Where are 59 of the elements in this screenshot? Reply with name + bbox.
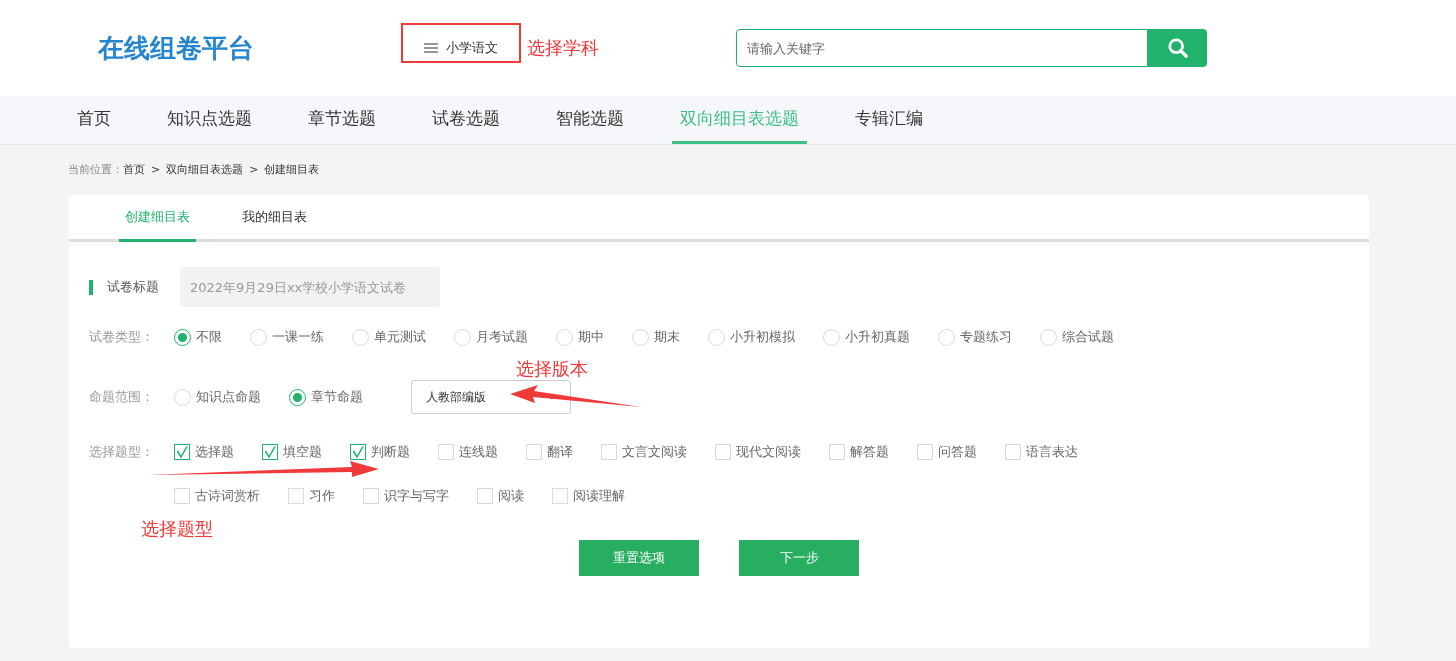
option-label: 阅读 (498, 487, 524, 506)
subject-menu-button[interactable]: 小学语文 (401, 28, 520, 68)
checkbox[interactable] (174, 444, 190, 460)
option-label: 语言表达 (1026, 443, 1078, 462)
field-label: 试卷类型： (89, 328, 155, 347)
option-label: 综合试题 (1062, 328, 1114, 347)
option-label: 月考试题 (476, 328, 528, 347)
option-label: 文言文阅读 (622, 443, 687, 462)
option-label: 识字与写字 (384, 487, 449, 506)
breadcrumb-separator: > (151, 161, 161, 178)
option-label: 连线题 (459, 443, 498, 462)
option-label: 章节命题 (311, 388, 363, 407)
option-label: 一课一练 (272, 328, 324, 347)
nav-tab[interactable]: 专辑汇编 (847, 96, 931, 144)
option-label: 阅读理解 (573, 487, 625, 506)
breadcrumb-link[interactable]: 双向细目表选题 (166, 161, 244, 179)
section-marker (89, 279, 93, 295)
option-label: 小升初模拟 (730, 328, 795, 347)
option-label: 单元测试 (374, 328, 426, 347)
annotation-text: 选择学科 (527, 36, 599, 60)
edition-select[interactable]: 人教部编版 (411, 380, 571, 414)
nav-tab[interactable]: 知识点选题 (159, 96, 260, 144)
search-field[interactable]: 请输入关键字 (736, 29, 1148, 67)
option-label: 翻译 (547, 443, 573, 462)
option-label: 期末 (654, 328, 680, 347)
breadcrumb-label: 当前位置： (68, 161, 123, 178)
nav-tab[interactable]: 试卷选题 (424, 96, 508, 144)
option-label: 知识点命题 (196, 388, 261, 407)
search-icon (1166, 37, 1189, 59)
checkbox[interactable] (350, 444, 366, 460)
option-label: 问答题 (938, 443, 977, 462)
option-label: 现代文阅读 (736, 443, 801, 462)
option-label: 专题练习 (960, 328, 1012, 347)
title-field[interactable]: 2022年9月29日xx学校小学语文试卷 (180, 267, 440, 307)
option-label: 判断题 (371, 443, 410, 462)
field-label: 试卷标题 (107, 278, 160, 297)
search-button[interactable] (1148, 29, 1207, 67)
option-label: 不限 (196, 328, 222, 347)
option-label: 填空题 (283, 443, 322, 462)
option-label: 小升初真题 (845, 328, 910, 347)
tab[interactable]: 我的细目表 (236, 195, 313, 242)
checkbox[interactable] (262, 444, 278, 460)
nav-tab[interactable]: 首页 (69, 96, 119, 144)
breadcrumb-link[interactable]: 首页 (123, 161, 145, 179)
nav-tab[interactable]: 章节选题 (300, 96, 384, 144)
option-label: 习作 (309, 487, 335, 506)
nav-tab[interactable]: 智能选题 (548, 96, 632, 144)
option-label: 选择题 (195, 443, 234, 462)
menu-icon (423, 43, 438, 53)
option-label: 解答题 (850, 443, 889, 462)
logo-text: 在线组卷平台 (98, 31, 255, 65)
breadcrumb-separator: > (249, 161, 259, 178)
breadcrumb-link[interactable]: 创建细目表 (264, 161, 320, 179)
field-label: 选择题型： (89, 443, 155, 462)
option-label: 古诗词赏析 (195, 487, 260, 506)
annotation-text: 选择题型 (141, 517, 213, 541)
field-label: 命题范围： (89, 388, 155, 407)
option-label: 期中 (578, 328, 604, 347)
annotation-text: 选择版本 (516, 360, 588, 378)
